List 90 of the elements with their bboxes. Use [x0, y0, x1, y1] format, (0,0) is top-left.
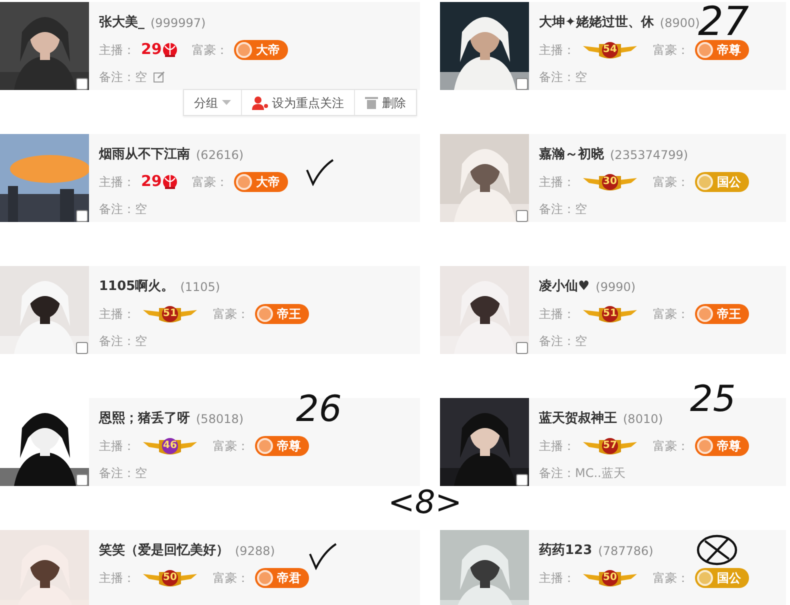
delete-button[interactable]: 删除 — [355, 90, 416, 115]
rich-level-badge: 帝王 — [255, 304, 309, 324]
user-add-icon — [252, 96, 268, 110]
user-id: (8900) — [660, 16, 700, 30]
handwritten-note: <8> — [388, 486, 462, 518]
user-name: 嘉瀚～初晓 — [539, 146, 604, 164]
rich-label: 富豪： — [653, 570, 689, 586]
rich-label: 富豪： — [213, 438, 249, 454]
rich-level-badge: 帝尊 — [695, 436, 749, 456]
select-checkbox[interactable] — [76, 210, 88, 222]
rich-label: 富豪： — [653, 42, 689, 58]
anchor-level-badge: 51 — [141, 304, 199, 324]
anchor-level-badge: 51 — [581, 304, 639, 324]
select-checkbox[interactable] — [76, 474, 88, 486]
remark-text: 备注：空 — [539, 200, 587, 218]
user-id: (999997) — [150, 14, 206, 32]
check-mark-icon — [308, 542, 338, 570]
user-id: (8010) — [623, 410, 663, 428]
rich-level-badge: 帝尊 — [695, 40, 749, 60]
user-name: 笑笑（爱是回忆美好） — [99, 542, 229, 560]
check-mark-icon — [305, 158, 335, 186]
anchor-label: 主播： — [99, 438, 135, 454]
anchor-label: 主播： — [99, 306, 135, 322]
rich-level-badge: 帝尊 — [255, 436, 309, 456]
anchor-level-badge: 57 — [581, 436, 639, 456]
rich-label: 富豪： — [213, 570, 249, 586]
handwritten-note: 27 — [698, 2, 749, 42]
handwritten-note: 25 — [690, 382, 736, 418]
select-checkbox[interactable] — [516, 342, 528, 354]
select-checkbox[interactable] — [516, 210, 528, 222]
anchor-level-badge: 54 — [581, 40, 639, 60]
remark-text: 备注：空 — [99, 332, 147, 350]
caret-icon — [222, 100, 231, 105]
user-id: (235374799) — [610, 146, 688, 164]
rich-level-badge: 国公 — [695, 568, 749, 588]
crossed-circle-mark — [695, 533, 739, 567]
rich-label: 富豪： — [192, 42, 228, 58]
anchor-level-badge: 29 — [141, 170, 178, 193]
rich-label: 富豪： — [653, 306, 689, 322]
remark-text: 备注：空 — [99, 200, 147, 218]
anchor-level-badge: 50 — [581, 568, 639, 588]
rich-label: 富豪： — [653, 438, 689, 454]
anchor-label: 主播： — [539, 306, 575, 322]
anchor-label: 主播： — [99, 174, 135, 190]
handwritten-note: 26 — [296, 392, 342, 428]
rich-level-badge: 帝王 — [695, 304, 749, 324]
user-id: (9990) — [596, 278, 636, 296]
user-id: (62616) — [196, 146, 244, 164]
user-name: 烟雨从不下江南 — [99, 146, 190, 164]
rich-level-badge: 国公 — [695, 172, 749, 192]
user-name: 凌小仙♥ — [539, 278, 590, 296]
anchor-level-badge: 30 — [581, 172, 639, 192]
anchor-label: 主播： — [539, 438, 575, 454]
rich-level-badge: 大帝 — [234, 40, 288, 60]
anchor-level-badge: 29 — [141, 38, 178, 61]
user-name: 1105啊火。 — [99, 278, 174, 296]
trash-icon — [365, 96, 378, 109]
follow-button[interactable]: 设为重点关注 — [242, 90, 355, 115]
user-id: (58018) — [196, 410, 244, 428]
user-name: 恩熙；猪丢了呀 — [99, 410, 190, 428]
user-id: (787786) — [598, 542, 654, 560]
rich-level-badge: 帝君 — [255, 568, 309, 588]
user-name: 大坤✦姥姥过世、休 — [539, 14, 654, 32]
anchor-label: 主播： — [99, 42, 135, 58]
anchor-label: 主播： — [539, 174, 575, 190]
remark-text: 备注：空 — [539, 332, 587, 350]
remark-text: 备注：MC..蓝天 — [539, 464, 626, 482]
user-id: (9288) — [235, 542, 275, 560]
rich-label: 富豪： — [653, 174, 689, 190]
remark-text: 备注：空 — [99, 464, 147, 482]
select-checkbox[interactable] — [516, 474, 528, 486]
anchor-level-badge: 46 — [141, 436, 199, 456]
anchor-label: 主播： — [99, 570, 135, 586]
rich-level-badge: 大帝 — [234, 172, 288, 192]
select-checkbox[interactable] — [516, 78, 528, 90]
remark-text: 备注：空 — [99, 68, 147, 86]
rich-label: 富豪： — [192, 174, 228, 190]
user-id: (1105) — [180, 278, 220, 296]
edit-icon[interactable] — [153, 70, 165, 82]
group-button[interactable]: 分组 — [184, 90, 242, 115]
select-checkbox[interactable] — [76, 342, 88, 354]
anchor-level-badge: 50 — [141, 568, 199, 588]
rich-label: 富豪： — [213, 306, 249, 322]
user-name: 蓝天贺叔神王 — [539, 410, 617, 428]
anchor-label: 主播： — [539, 42, 575, 58]
anchor-label: 主播： — [539, 570, 575, 586]
user-name: 张大美_ — [99, 14, 144, 32]
user-name: 药药123 — [539, 542, 592, 560]
select-checkbox[interactable] — [76, 78, 88, 90]
remark-text: 备注：空 — [539, 68, 587, 86]
